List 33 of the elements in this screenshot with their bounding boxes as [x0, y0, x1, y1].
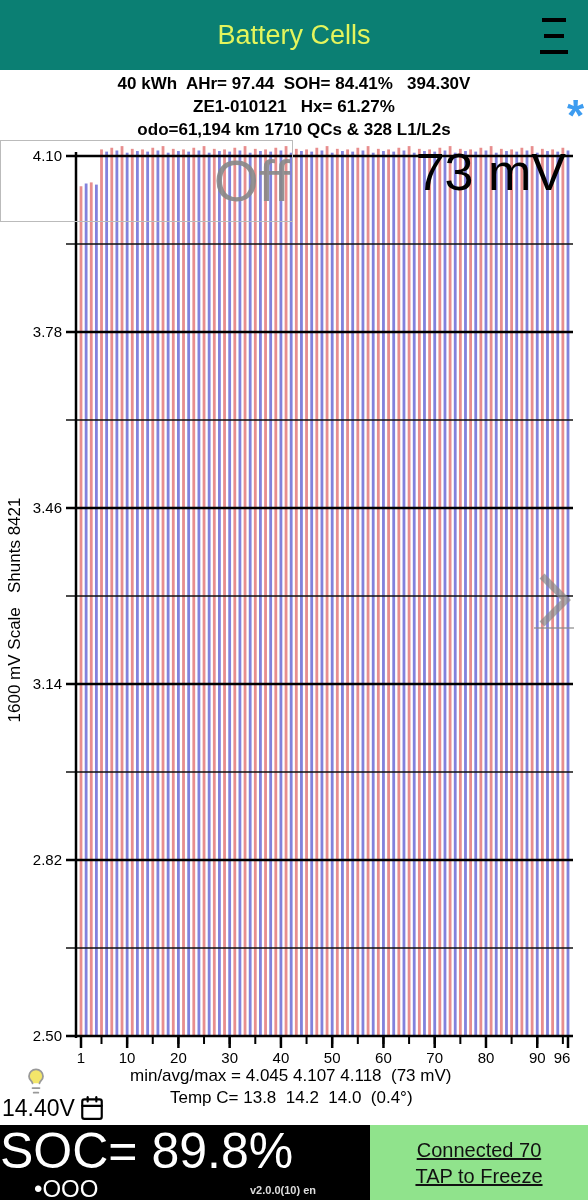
status-mark: *	[566, 94, 584, 138]
x-tick-label: 40	[272, 1049, 290, 1065]
x-tick-label: 90	[528, 1049, 546, 1065]
cell-statistics: Temp C= 13.8 14.2 14.0 (0.4°)	[170, 1087, 413, 1109]
y-tick-label: 3.14	[32, 675, 62, 692]
x-tick-label: 70	[426, 1049, 444, 1065]
summary-line: 40 kWh AHr= 97.44 SOH= 84.41% 394.30V	[117, 73, 471, 95]
summary-line: ZE1-010121 Hx= 61.27%	[193, 96, 395, 118]
balance-state: Off	[213, 152, 290, 210]
x-tick-label: 80	[477, 1049, 495, 1065]
calendar-icon[interactable]	[78, 1095, 105, 1121]
x-tick-label: 30	[221, 1049, 238, 1065]
x-tick-label: 20	[170, 1049, 187, 1065]
x-tick-label: 96	[553, 1049, 571, 1065]
x-tick-label: 1	[76, 1049, 86, 1065]
axis-title: 1600 mV Scale Shunts 8421	[5, 497, 24, 723]
page-title: Battery Cells	[217, 18, 371, 52]
summary-line: odo=61,194 km 1710 QCs & 328 L1/L2s	[137, 119, 451, 141]
x-tick-label: 60	[375, 1049, 392, 1065]
x-tick-label: 50	[323, 1049, 341, 1065]
y-tick-label: 4.10	[32, 147, 62, 164]
page-indicator: •OOO	[34, 1177, 99, 1200]
connection-button[interactable]: Connected 70 TAP to Freeze	[370, 1125, 588, 1200]
y-tick-label: 3.46	[32, 499, 62, 516]
cell-statistics: min/avg/max = 4.045 4.107 4.118 (73 mV)	[130, 1065, 452, 1087]
x-tick-label: 10	[118, 1049, 136, 1065]
aux-battery-voltage: 14.40V	[2, 1096, 75, 1120]
state-of-charge: SOC= 89.8%	[0, 1125, 295, 1177]
y-tick-label: 2.82	[32, 851, 62, 868]
menu-icon[interactable]	[540, 18, 568, 54]
y-tick-label: 3.78	[32, 323, 62, 340]
version-label: v2.0.0(10) en	[250, 1182, 317, 1198]
y-tick-label: 2.50	[32, 1027, 62, 1044]
